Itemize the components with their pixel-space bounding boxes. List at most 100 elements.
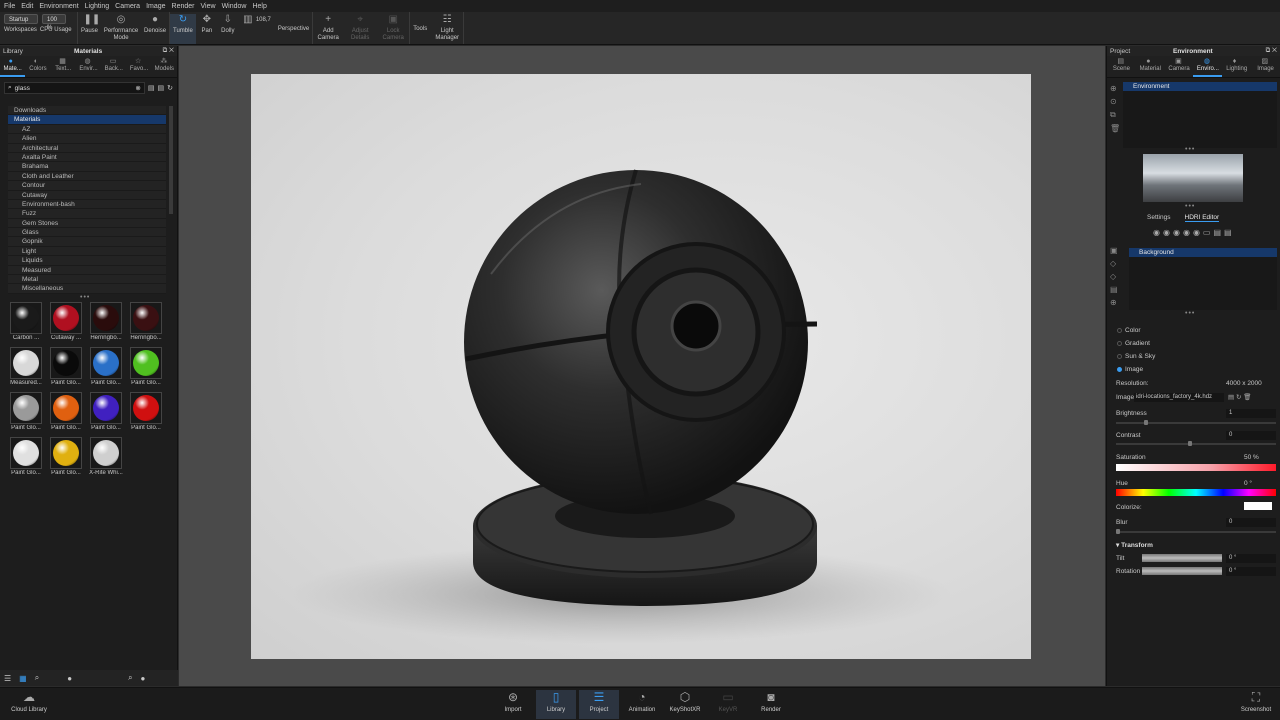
list-view-icon[interactable]: ☰ <box>4 674 11 683</box>
tree-item[interactable]: Brahama <box>8 162 166 172</box>
tab-image[interactable]: ▨ Image <box>1251 56 1280 77</box>
tab-scene[interactable]: ▤ Scene <box>1107 56 1136 77</box>
menu-lighting[interactable]: Lighting <box>85 3 110 10</box>
library-search-input[interactable]: ⌕ glass ⊗ <box>4 82 145 94</box>
tree-item[interactable]: Glass <box>8 228 166 238</box>
material-thumbnail[interactable]: Herringbo... <box>126 302 166 345</box>
cloud-library-button[interactable]: ☁ Cloud Library <box>6 690 52 719</box>
pin-icon[interactable]: ◉ <box>1153 228 1160 237</box>
splitter-handle[interactable]: ••• <box>1185 203 1195 210</box>
render-button[interactable]: ◙ Render <box>751 690 791 719</box>
save-icon[interactable]: ▤ <box>1213 228 1221 237</box>
tree-item[interactable]: Light <box>8 246 166 257</box>
light-manager-button[interactable]: ☷ Light Manager <box>431 14 463 44</box>
pin-icon[interactable]: ◉ <box>1163 228 1170 237</box>
tree-scrollbar[interactable] <box>169 106 173 214</box>
tree-item[interactable]: Environment-bash <box>8 199 166 210</box>
menu-window[interactable]: Window <box>222 3 247 10</box>
material-thumbnail[interactable]: Herringbo... <box>86 302 126 345</box>
splitter-handle[interactable]: ••• <box>1185 310 1195 317</box>
mode-sun-sky[interactable]: Sun & Sky <box>1117 353 1155 360</box>
image-pin-icon[interactable]: ▭ <box>1203 228 1211 237</box>
tumble-button[interactable]: ↻ Tumble <box>170 14 196 44</box>
clear-search-icon[interactable]: ⊗ <box>135 84 140 92</box>
footer-dot-icon[interactable]: ● <box>141 674 146 683</box>
material-thumbnail[interactable]: Paint Glo... <box>86 392 126 435</box>
menu-environment[interactable]: Environment <box>39 3 78 10</box>
brightness-field[interactable]: 1 <box>1226 409 1276 418</box>
pause-button[interactable]: ❚❚ Pause <box>78 14 101 44</box>
panel-close-icon[interactable]: ⧉ ✕ <box>163 47 174 55</box>
slider-handle[interactable] <box>1188 441 1192 446</box>
material-thumbnail[interactable]: Paint Glo... <box>126 347 166 390</box>
tree-item[interactable]: Miscellaneous <box>8 284 166 294</box>
performance-mode-button[interactable]: ◎ Performance Mode <box>102 14 140 44</box>
cpu-select[interactable]: 100 % <box>42 14 66 31</box>
tree-item[interactable]: Contour <box>8 181 166 191</box>
denoise-button[interactable]: ● Denoise <box>141 14 169 44</box>
material-thumbnail[interactable]: Paint Glo... <box>6 392 46 435</box>
tab-colors[interactable]: ◐ Colors <box>25 56 50 77</box>
fov-field[interactable]: ▥ 108,7 <box>239 14 274 44</box>
tilt-slider[interactable] <box>1142 554 1222 562</box>
blur-field[interactable]: 0 <box>1226 518 1276 527</box>
saturation-slider[interactable] <box>1116 464 1276 471</box>
delete-icon[interactable]: 🗑 <box>1110 124 1122 133</box>
search-footer-icon[interactable]: ⌕ <box>128 673 132 683</box>
splitter-handle[interactable]: ••• <box>1185 146 1195 153</box>
tree-item[interactable]: Measured <box>8 265 166 276</box>
mode-image[interactable]: Image <box>1117 366 1143 373</box>
material-thumbnail[interactable]: Paint Glo... <box>6 437 46 480</box>
panel-close-icon[interactable]: ⧉ ✕ <box>1266 47 1277 55</box>
tab-models[interactable]: ⁂ Models <box>152 56 177 77</box>
tab-settings[interactable]: Settings <box>1147 214 1171 222</box>
material-thumbnail[interactable]: Carbon ... <box>6 302 46 345</box>
menu-render[interactable]: Render <box>172 3 195 10</box>
tab-environment[interactable]: ◍ Enviro... <box>1193 56 1223 77</box>
blur-slider[interactable] <box>1116 529 1276 534</box>
tab-backplates[interactable]: ▭ Back... <box>101 56 126 77</box>
splitter-handle[interactable]: ••• <box>80 294 90 301</box>
tree-item[interactable]: Metal <box>8 275 166 285</box>
tree-item[interactable]: Alien <box>8 134 166 144</box>
zoom-icon[interactable]: ⌕ <box>35 673 39 683</box>
tree-item[interactable]: Cloth and Leather <box>8 171 166 182</box>
target-icon[interactable]: ⊕ <box>1110 298 1122 307</box>
transform-section[interactable]: ▾ Transform <box>1116 541 1276 549</box>
material-thumbnail[interactable]: Measured... <box>6 347 46 390</box>
tab-materials[interactable]: ● Mate... <box>0 56 26 77</box>
import-folder-icon[interactable]: ▤ <box>158 84 165 92</box>
tab-textures[interactable]: ▦ Text... <box>51 56 76 77</box>
material-thumbnail[interactable]: Paint Glo... <box>126 392 166 435</box>
dolly-button[interactable]: ⇩ Dolly <box>218 14 238 44</box>
tree-item[interactable]: Architectural <box>8 143 166 153</box>
copy-icon[interactable]: ⧉ <box>1110 110 1122 120</box>
slider-handle[interactable] <box>1116 529 1120 534</box>
add-camera-button[interactable]: + Add Camera <box>313 14 343 44</box>
move-up-icon[interactable]: ◇ <box>1110 259 1122 268</box>
contrast-slider[interactable] <box>1116 441 1276 446</box>
workspace-select[interactable]: Startup <box>4 14 38 24</box>
tab-environments[interactable]: ◍ Envir... <box>76 56 101 77</box>
import-button[interactable]: ⊛ Import <box>493 690 533 719</box>
material-thumbnail[interactable]: Paint Glo... <box>46 392 86 435</box>
menu-image[interactable]: Image <box>146 3 165 10</box>
colorize-swatch[interactable] <box>1244 502 1272 510</box>
tree-item[interactable]: Fuzz <box>8 209 166 219</box>
tree-item[interactable]: Downloads <box>8 106 166 116</box>
keyshotxr-button[interactable]: ⬡ KeyShotXR <box>665 690 705 719</box>
keyvr-button[interactable]: ▭ KeyVR <box>708 690 748 719</box>
open-file-icon[interactable]: ▤ ↻ 🗑 <box>1228 393 1251 401</box>
export-icon[interactable]: ▤ <box>1224 228 1232 237</box>
size-slider-icon[interactable]: ● <box>67 674 72 683</box>
folder-icon[interactable]: ▤ <box>148 84 155 92</box>
brightness-slider[interactable] <box>1116 420 1276 425</box>
folder-icon[interactable]: ▤ <box>1110 285 1122 294</box>
perspective-dropdown[interactable]: Perspective <box>275 26 312 44</box>
animation-button[interactable]: ◔ Animation <box>622 690 662 719</box>
pin-icon[interactable]: ◉ <box>1193 228 1200 237</box>
pin-icon[interactable]: ◉ <box>1173 228 1180 237</box>
environment-item[interactable]: Environment <box>1123 82 1277 91</box>
tree-item[interactable]: Gem Stones <box>8 218 166 229</box>
render-canvas[interactable] <box>251 74 1031 659</box>
